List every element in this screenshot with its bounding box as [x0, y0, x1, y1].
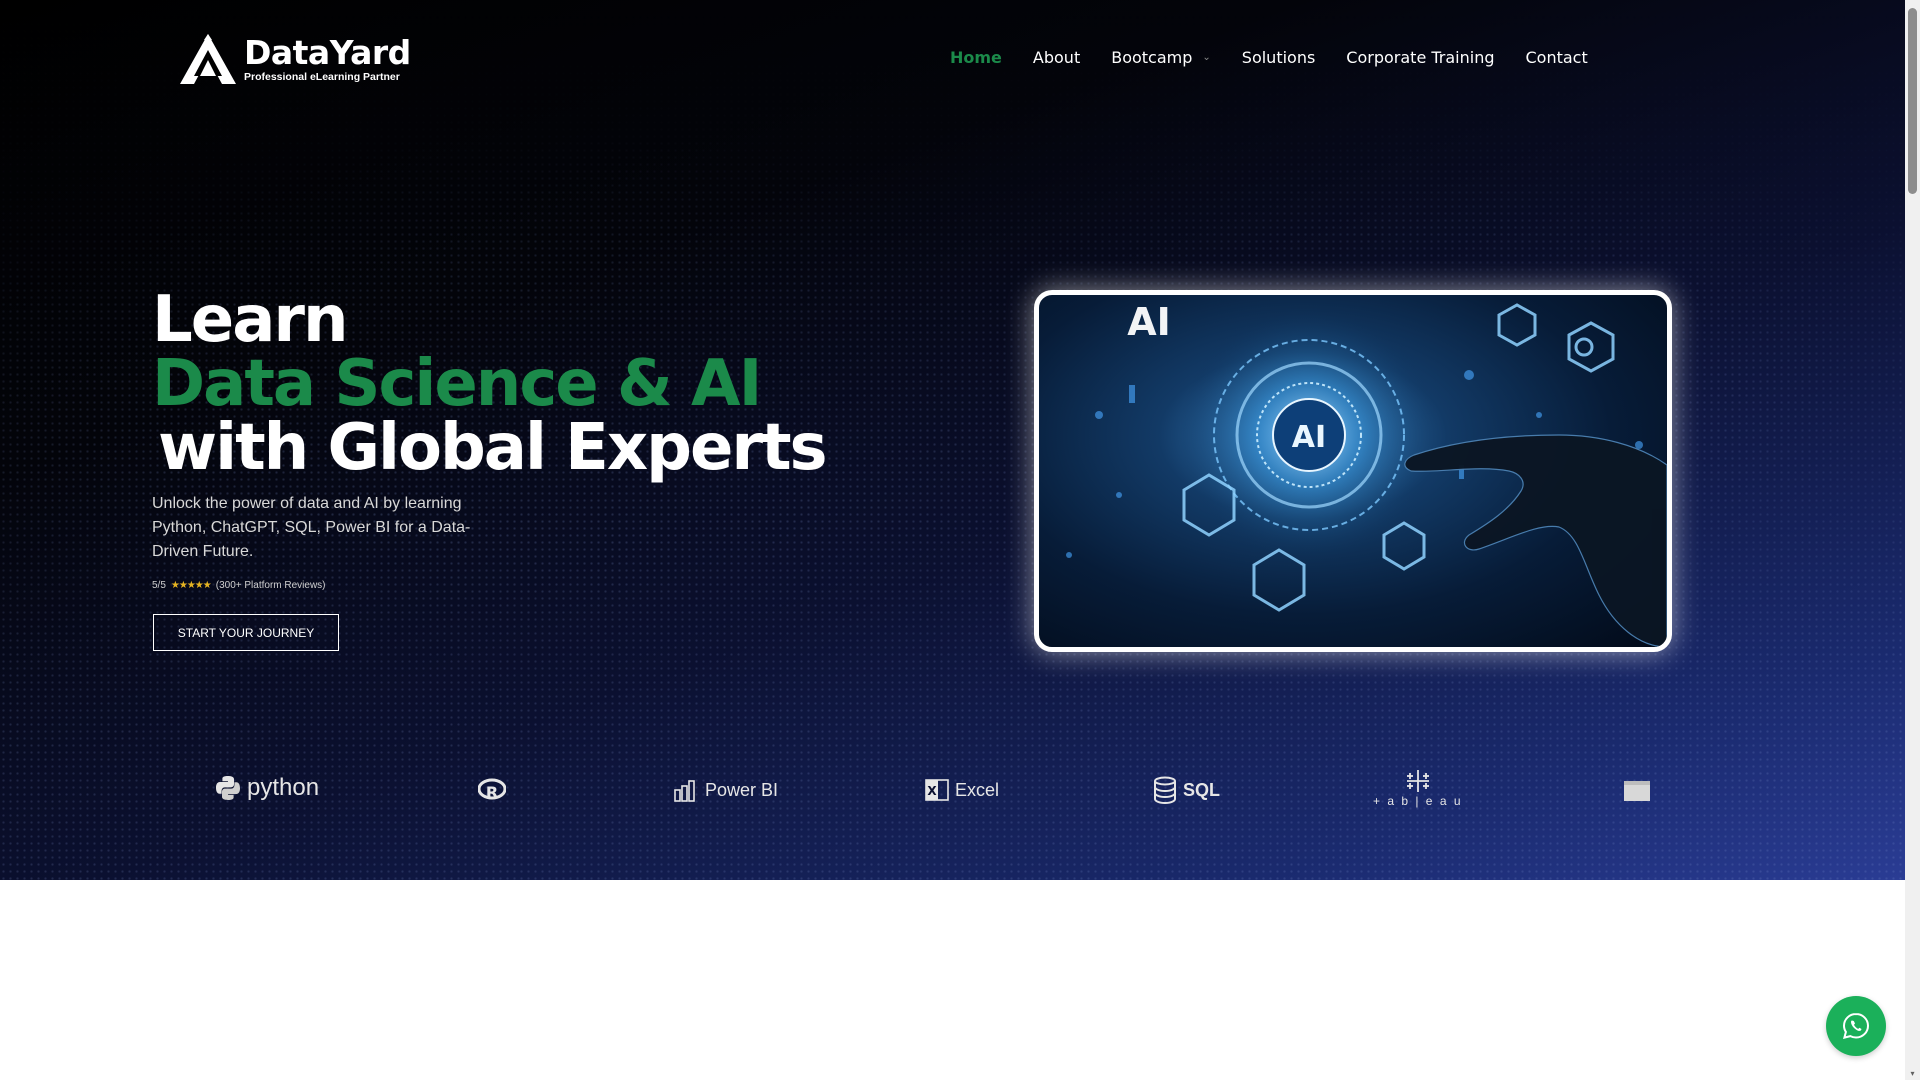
nav-contact-label: Contact	[1525, 48, 1588, 67]
nav-contact[interactable]: Contact	[1526, 48, 1588, 67]
whatsapp-icon	[1842, 1012, 1870, 1039]
nav-about[interactable]: About	[1033, 48, 1080, 67]
rating-reviews: (300+ Platform Reviews)	[215, 580, 326, 591]
tools-strip: python R Power BI X Excel SQL + a b | e …	[0, 770, 1905, 818]
nav-corporate-training-label: Corporate Training	[1346, 48, 1495, 67]
tool-sql: SQL	[1153, 776, 1220, 804]
tool-tableau: + a b | e a u	[1373, 768, 1463, 808]
star-rating-icon: ★★★★★	[170, 580, 212, 591]
headline-line-learn: Learn	[152, 283, 348, 357]
tool-sql-label: SQL	[1183, 779, 1221, 800]
nav-solutions-label: Solutions	[1241, 48, 1316, 67]
hero-headline: Learn Data Science & AI with Global Expe…	[152, 283, 828, 485]
hero-subtext: Unlock the power of data and AI by learn…	[152, 495, 471, 560]
tool-python-label: python	[247, 774, 320, 801]
tool-power-bi-label: Power BI	[705, 779, 779, 800]
nav-bootcamp[interactable]: Bootcamp ⌄	[1111, 48, 1211, 67]
tool-r: R	[478, 778, 506, 802]
tool-excel-label: Excel	[955, 779, 1000, 800]
brand-name: DataYard	[244, 33, 411, 72]
nav-home[interactable]: Home	[950, 48, 1002, 67]
brand-logo[interactable]: DataYard Professional eLearning Partner	[178, 32, 411, 86]
rating-score: 5/5	[152, 580, 166, 591]
nav-corporate-training[interactable]: Corporate Training	[1346, 48, 1494, 67]
sql-database-icon	[1154, 776, 1176, 804]
ai-top-label: AI	[1127, 300, 1171, 344]
ai-center-label: AI	[1292, 420, 1326, 455]
nav-about-label: About	[1032, 48, 1081, 67]
brand-tagline: Professional eLearning Partner	[244, 71, 400, 83]
r-language-icon: R	[478, 778, 506, 802]
ai-hand-illustration: AI AI	[1066, 300, 1667, 647]
datayard-logo-icon	[180, 34, 236, 84]
rating-row: 5/5 ★★★★★ (300+ Platform Reviews)	[152, 580, 326, 591]
tool-tableau-label: + a b | e a u	[1373, 794, 1463, 808]
excel-icon: X	[925, 779, 949, 801]
svg-text:X: X	[927, 784, 937, 798]
hero-ai-image: AI AI	[1034, 290, 1672, 652]
scrollbar-thumb[interactable]	[1908, 8, 1917, 194]
tool-power-bi: Power BI	[673, 778, 778, 802]
tool-terminal	[1623, 780, 1651, 802]
scroll-down-arrow-icon[interactable]: ▾	[1908, 1069, 1917, 1078]
tool-excel: X Excel	[925, 778, 999, 802]
tool-python: python	[215, 774, 319, 802]
start-journey-button[interactable]: START YOUR JOURNEY	[153, 614, 339, 651]
whatsapp-chat-button[interactable]	[1826, 996, 1886, 1056]
nav-solutions[interactable]: Solutions	[1242, 48, 1316, 67]
chevron-down-icon: ⌄	[1202, 52, 1211, 63]
tableau-icon	[1406, 770, 1429, 792]
headline-line-global-experts: with Global Experts	[158, 411, 828, 485]
hero-section: DataYard Professional eLearning Partner …	[0, 0, 1905, 880]
headline-line-data-science: Data Science & AI	[152, 347, 762, 421]
main-nav: Home About Bootcamp ⌄ Solutions Corporat…	[950, 48, 1619, 67]
terminal-icon	[1624, 781, 1650, 801]
nav-bootcamp-label: Bootcamp	[1111, 48, 1193, 67]
page-scrollbar[interactable]: ▾	[1905, 0, 1920, 1080]
nav-home-label: Home	[950, 48, 1002, 67]
python-icon	[216, 776, 240, 800]
svg-text:R: R	[486, 783, 498, 802]
power-bi-icon	[674, 780, 695, 802]
